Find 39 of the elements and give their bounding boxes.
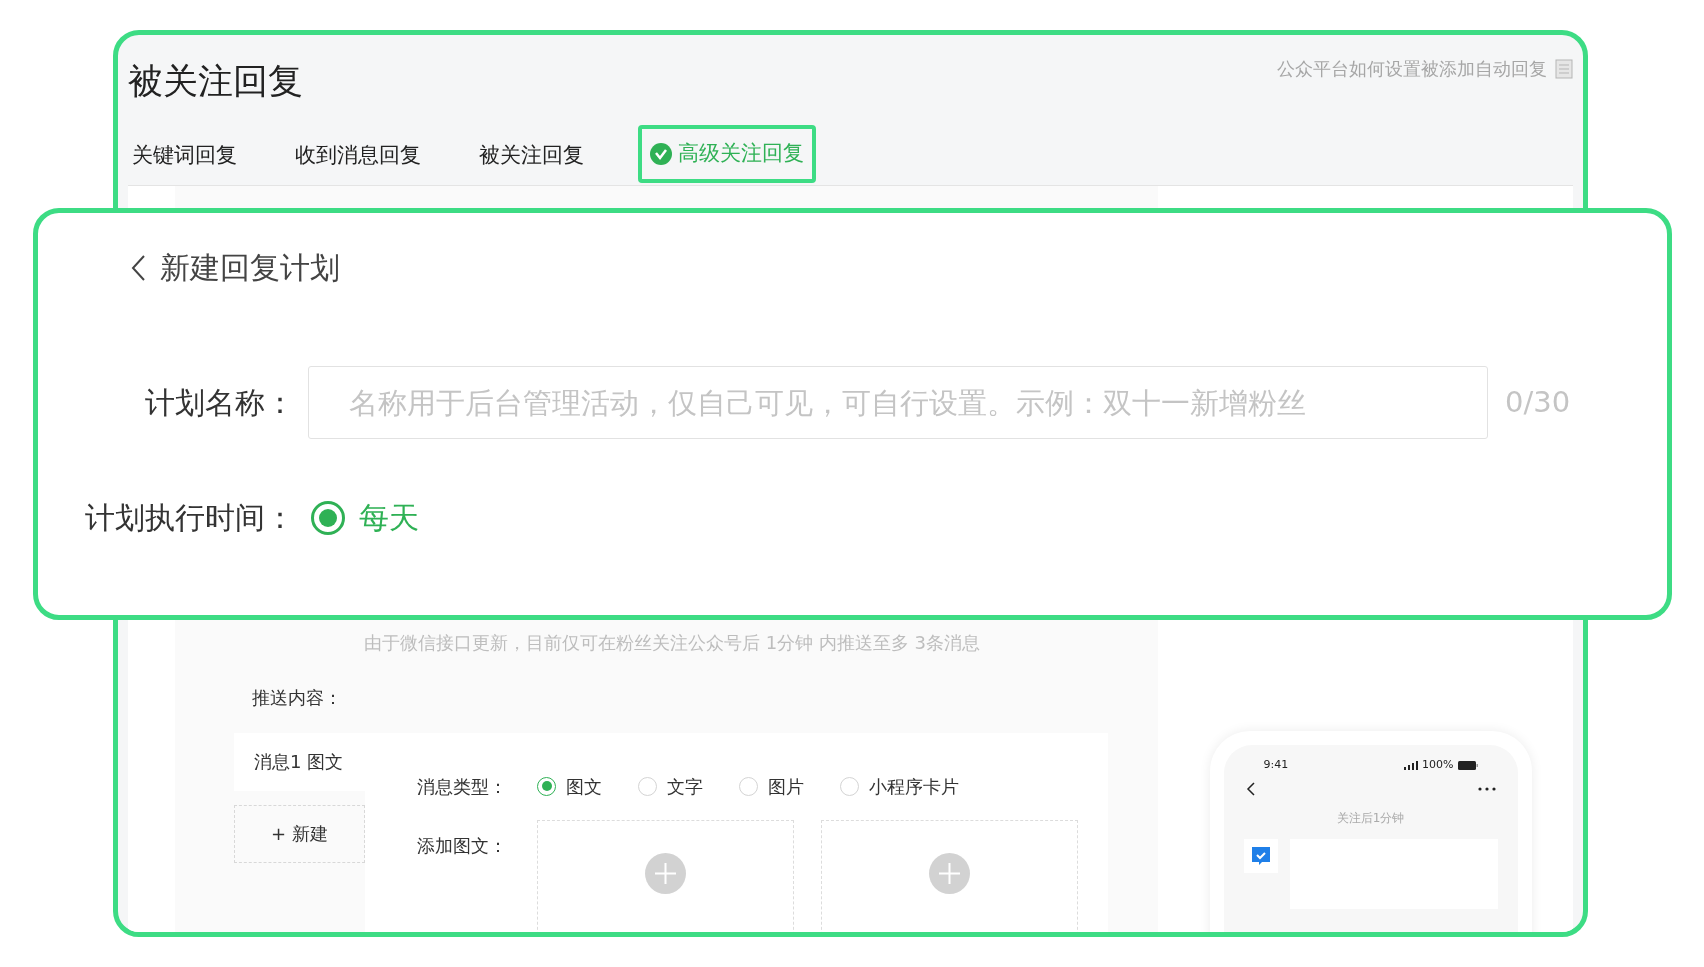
upload-slot[interactable] (537, 819, 794, 932)
battery-percent: 100% (1422, 757, 1454, 774)
radio-button[interactable] (840, 776, 859, 796)
back-icon (130, 253, 146, 282)
field-label: 添加图文： (417, 833, 508, 858)
field-label: 计划名称： (144, 384, 295, 422)
tab[interactable]: 关键词回复 (128, 127, 241, 185)
document-icon (1555, 58, 1573, 79)
message-item[interactable]: 消息1 图文 (234, 732, 365, 791)
back-icon (1245, 780, 1256, 797)
signal-icon (1404, 761, 1419, 770)
radio-button[interactable] (739, 776, 758, 796)
plus-icon (645, 852, 686, 894)
field-label: 计划执行时间： (84, 499, 295, 537)
avatar-icon (1243, 838, 1278, 873)
tab[interactable]: 被关注回复 (475, 127, 588, 185)
page-title: 被关注回复 (128, 60, 303, 103)
radio-label: 文字 (667, 774, 703, 799)
radio-label: 小程序卡片 (869, 774, 959, 799)
form-title: 新建回复计划 (160, 249, 340, 287)
status-time: 9:41 (1263, 757, 1289, 774)
battery-icon (1457, 761, 1478, 770)
radio-label: 图片 (768, 774, 804, 799)
radio-button[interactable] (638, 776, 657, 796)
radio-label: 每天 (359, 499, 419, 537)
radio-button[interactable] (311, 500, 345, 535)
more-icon (1477, 786, 1496, 791)
push-content-label: 推送内容： (252, 685, 343, 710)
notice-text: 由于微信接口更新，目前仅可在粉丝关注公众号后 1分钟 内推送至多 3条消息 (364, 630, 982, 655)
plan-name-field[interactable]: 名称用于后台管理活动，仅自己可见，可自行设置。示例：双十一新增粉丝 (308, 366, 1488, 439)
field-label: 消息类型： (417, 774, 508, 799)
check-badge-icon (650, 143, 672, 165)
timeline-caption: 关注后1分钟 (1336, 809, 1405, 827)
plus-icon (929, 852, 970, 894)
tab[interactable]: 收到消息回复 (291, 127, 425, 185)
char-counter: 0/30 (1505, 383, 1571, 421)
radio-button[interactable] (537, 776, 556, 796)
upload-slot[interactable] (821, 819, 1078, 932)
radio-label: 图文 (566, 774, 602, 799)
